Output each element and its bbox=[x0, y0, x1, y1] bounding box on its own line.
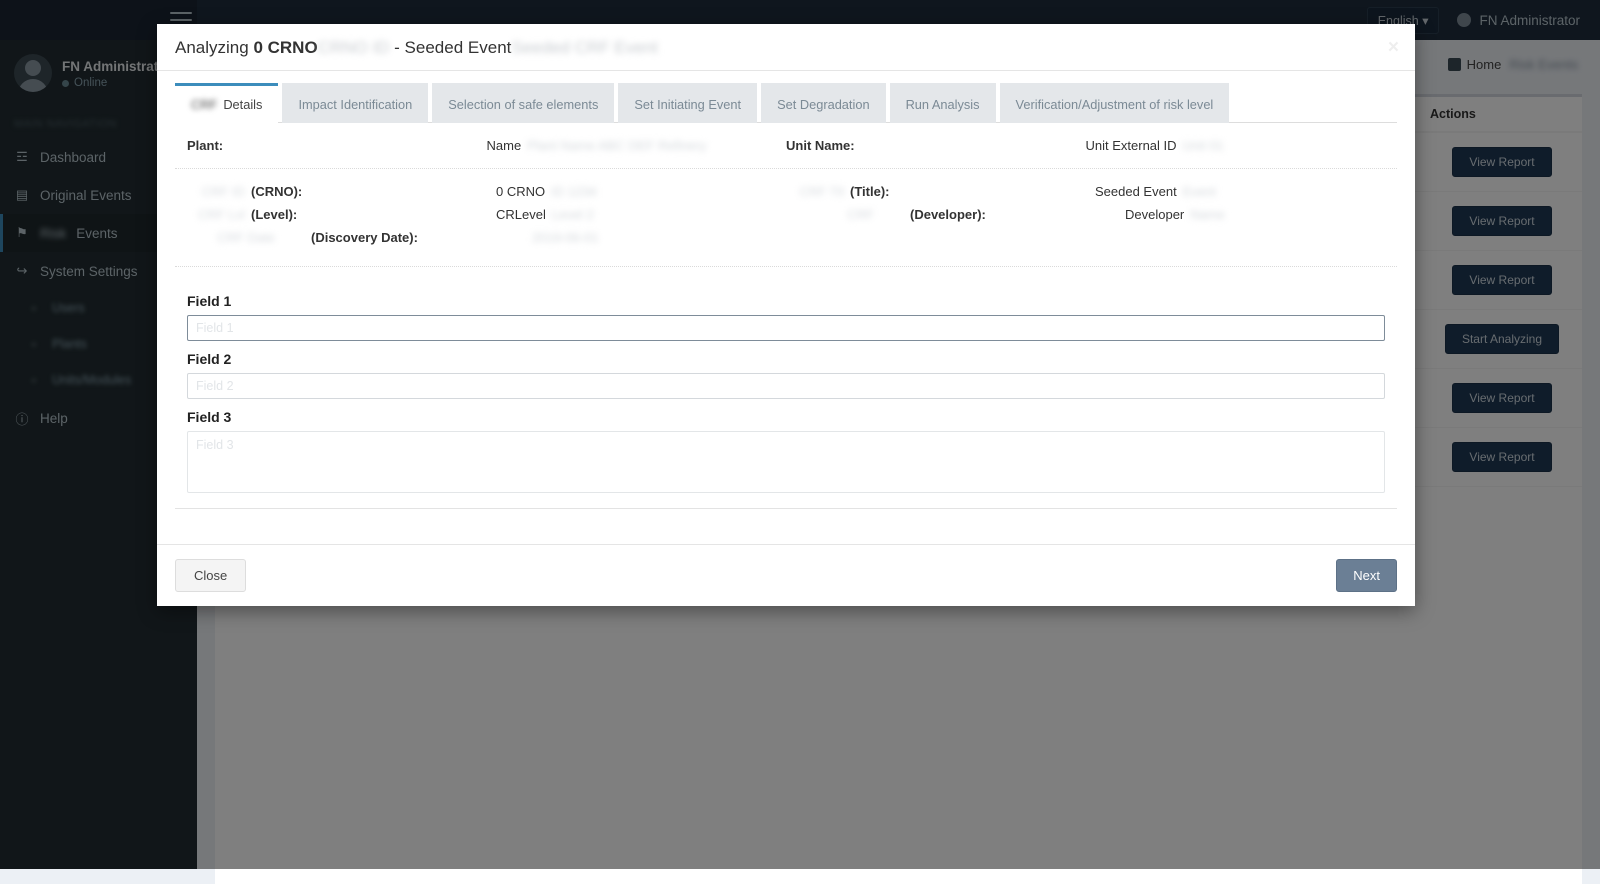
close-icon[interactable]: × bbox=[1388, 38, 1399, 57]
field-label-3: Field 3 bbox=[187, 409, 1385, 425]
detail-key: (Developer): bbox=[880, 206, 1125, 225]
analyzing-modal: Analyzing 0 CRNOCRNO ID - Seeded EventSe… bbox=[157, 24, 1415, 606]
modal-title-prefix: Analyzing bbox=[175, 38, 253, 57]
modal-header: Analyzing 0 CRNOCRNO ID - Seeded EventSe… bbox=[157, 24, 1415, 71]
tab-label: Set Degradation bbox=[777, 97, 869, 112]
tab-impact-identification[interactable]: Impact Identification bbox=[282, 83, 428, 123]
detail-line: CRF ID (CRNO):0 CRNO ID 1234 bbox=[187, 181, 786, 204]
tab-prefix-blur: CRF bbox=[191, 97, 217, 112]
info-cell-unit-external-id: Unit External ID Unit 01 bbox=[1086, 138, 1386, 153]
detail-value: Seeded Event bbox=[1095, 183, 1177, 202]
tab-label: Run Analysis bbox=[906, 97, 980, 112]
detail-key: (Title): bbox=[850, 183, 1095, 202]
event-details-right: CRF Ttl (Title):Seeded Event Event CRF (Deve… bbox=[786, 181, 1385, 250]
tab-label: Verification/Adjustment of risk level bbox=[1016, 97, 1214, 112]
next-button[interactable]: Next bbox=[1336, 559, 1397, 592]
detail-line: CRF Lvl (Level):CRLevel Level 2 bbox=[187, 204, 786, 227]
plant-info-row: Plant: Name Plant Name ABC DEF Refinery Uni… bbox=[175, 123, 1397, 169]
field-label-2: Field 2 bbox=[187, 351, 1385, 367]
detail-value-blur: Level 2 bbox=[552, 206, 594, 225]
field-input-3[interactable] bbox=[187, 431, 1385, 493]
detail-value-blur: Name bbox=[1190, 206, 1225, 225]
detail-value: 0 CRNO bbox=[496, 183, 545, 202]
detail-value-blur: Event bbox=[1183, 183, 1216, 202]
app-root: English ▾ FN Administrator FN Administra… bbox=[0, 0, 1600, 869]
modal-title-bold: 0 CRNO bbox=[253, 38, 317, 57]
close-button[interactable]: Close bbox=[175, 559, 246, 592]
tab-label: Set Initiating Event bbox=[634, 97, 741, 112]
detail-prefix-blur: CRF ID bbox=[187, 183, 245, 202]
tab-verification-adjustment-of-risk-level[interactable]: Verification/Adjustment of risk level bbox=[1000, 83, 1230, 123]
field-input-2[interactable] bbox=[187, 373, 1385, 399]
info-value: Unit 01 bbox=[1183, 138, 1224, 153]
info-cell-plant-: Plant: bbox=[187, 138, 487, 153]
detail-value: Developer bbox=[1125, 206, 1184, 225]
detail-line: CRF (Developer):Developer Name bbox=[786, 204, 1385, 227]
field-label-1: Field 1 bbox=[187, 293, 1385, 309]
modal-tab-list: CRF Details Impact Identification Selection… bbox=[175, 71, 1397, 123]
info-value: Plant Name ABC DEF Refinery bbox=[527, 138, 706, 153]
field-input-1[interactable] bbox=[187, 315, 1385, 341]
tab-set-initiating-event[interactable]: Set Initiating Event bbox=[618, 83, 757, 123]
info-cell-name: Name Plant Name ABC DEF Refinery bbox=[487, 138, 787, 153]
detail-value: CRLevel bbox=[496, 206, 546, 225]
tab-label: Selection of safe elements bbox=[448, 97, 598, 112]
detail-value-blur: 2019-06-01 bbox=[532, 229, 599, 248]
tab-label: Details bbox=[223, 97, 262, 112]
detail-key: (Discovery Date): bbox=[281, 229, 526, 248]
detail-prefix-blur: CRF Date bbox=[187, 229, 275, 248]
modal-title-blur-1: CRNO ID bbox=[318, 38, 390, 57]
modal-title-blur-2: Seeded CRF Event bbox=[511, 38, 657, 57]
info-label: Unit Name: bbox=[786, 138, 855, 153]
info-label: Name bbox=[487, 138, 522, 153]
modal-footer: Close Next bbox=[157, 544, 1415, 606]
modal-title-sep: - Seeded Event bbox=[389, 38, 511, 57]
detail-line: CRF Ttl (Title):Seeded Event Event bbox=[786, 181, 1385, 204]
detail-key: (CRNO): bbox=[251, 183, 496, 202]
tab-label: Impact Identification bbox=[298, 97, 412, 112]
tab-set-degradation[interactable]: Set Degradation bbox=[761, 83, 885, 123]
tab-run-analysis[interactable]: Run Analysis bbox=[890, 83, 996, 123]
info-label: Unit External ID bbox=[1086, 138, 1177, 153]
tab-selection-of-safe-elements[interactable]: Selection of safe elements bbox=[432, 83, 614, 123]
detail-line: CRF Date (Discovery Date): 2019-06-01 bbox=[187, 227, 786, 250]
detail-prefix-blur: CRF bbox=[786, 206, 874, 225]
info-label: Plant: bbox=[187, 138, 223, 153]
form-fields: Field 1 Field 2 Field 3 bbox=[175, 267, 1397, 509]
modal-title: Analyzing 0 CRNOCRNO ID - Seeded EventSe… bbox=[175, 38, 1397, 58]
detail-prefix-blur: CRF Ttl bbox=[786, 183, 844, 202]
info-cell-unit-name-: Unit Name: bbox=[786, 138, 1086, 153]
tab-details[interactable]: CRF Details bbox=[175, 83, 278, 123]
detail-key: (Level): bbox=[251, 206, 496, 225]
event-details-left: CRF ID (CRNO):0 CRNO ID 1234 CRF Lvl (Level)… bbox=[187, 181, 786, 250]
event-details-block: CRF ID (CRNO):0 CRNO ID 1234 CRF Lvl (Level)… bbox=[175, 169, 1397, 267]
detail-value-blur: ID 1234 bbox=[551, 183, 597, 202]
detail-prefix-blur: CRF Lvl bbox=[187, 206, 245, 225]
modal-body: CRF Details Impact Identification Selection… bbox=[157, 71, 1415, 544]
